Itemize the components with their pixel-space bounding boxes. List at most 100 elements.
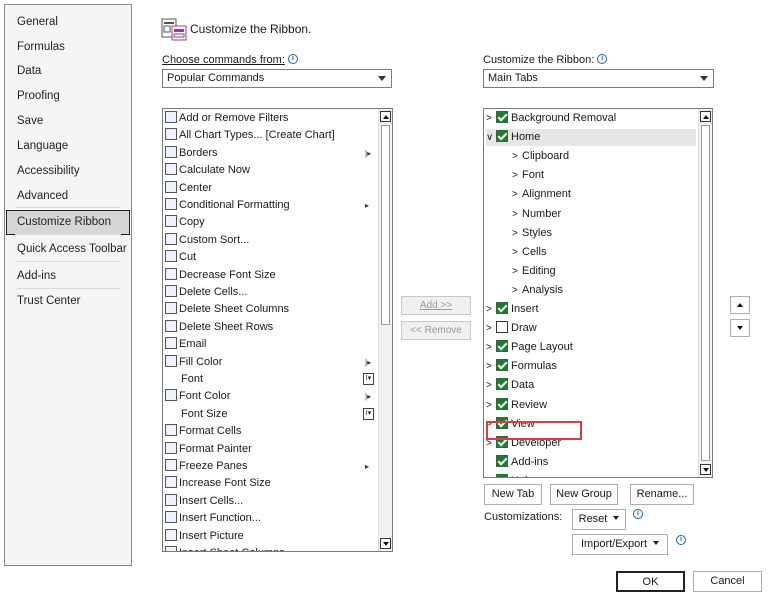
chevron-right-icon[interactable]: >	[486, 397, 496, 414]
chevron-right-icon[interactable]: >	[512, 206, 522, 223]
command-item[interactable]: Format Painter	[165, 441, 383, 458]
nav-item-quick-access-toolbar[interactable]: Quick Access Toolbar	[17, 243, 127, 255]
chevron-right-icon[interactable]: >	[486, 110, 496, 127]
command-item[interactable]: Delete Sheet Columns	[165, 301, 383, 318]
chevron-right-icon[interactable]: >	[512, 225, 522, 242]
command-item[interactable]: Center	[165, 180, 383, 197]
checkbox-icon[interactable]	[496, 454, 508, 467]
nav-item-accessibility[interactable]: Accessibility	[17, 165, 80, 177]
move-up-button[interactable]	[730, 296, 750, 314]
command-item[interactable]: Font Color |▸	[165, 388, 383, 405]
tabs-scrollbar[interactable]	[698, 109, 712, 477]
tab-item-background-removal[interactable]: > Background Removal	[486, 110, 696, 127]
tab-item-review[interactable]: > Review	[486, 397, 696, 414]
scroll-down-icon[interactable]	[700, 464, 711, 475]
nav-item-save[interactable]: Save	[17, 115, 43, 127]
tab-item-add-ins[interactable]: Add-ins	[486, 454, 696, 471]
ribbon-tabs-tree[interactable]: > Background Removal ∨ Home > Clipboard > Font >…	[483, 108, 713, 478]
nav-item-language[interactable]: Language	[17, 140, 68, 152]
import-export-button[interactable]: Import/Export	[572, 534, 668, 555]
tab-item-developer[interactable]: > Developer	[486, 435, 696, 452]
new-group-button[interactable]: New Group	[550, 484, 618, 505]
tab-item-number[interactable]: > Number	[512, 206, 692, 223]
checkbox-icon[interactable]	[496, 359, 508, 372]
tab-item-data[interactable]: > Data	[486, 377, 696, 394]
tab-item-formulas[interactable]: > Formulas	[486, 358, 696, 375]
checkbox-icon[interactable]	[496, 435, 508, 448]
checkbox-icon[interactable]	[496, 378, 508, 391]
command-item[interactable]: Freeze Panes ▸	[165, 458, 383, 475]
scroll-thumb[interactable]	[701, 125, 710, 461]
chevron-right-icon[interactable]: >	[486, 416, 496, 433]
command-item[interactable]: All Chart Types... [Create Chart]	[165, 127, 383, 144]
command-item[interactable]: Format Cells	[165, 423, 383, 440]
chevron-down-icon[interactable]: ∨	[486, 129, 496, 146]
checkbox-icon[interactable]	[496, 473, 508, 477]
tab-item-font[interactable]: > Font	[512, 167, 692, 184]
tab-item-cells[interactable]: > Cells	[512, 244, 692, 261]
customize-ribbon-dropdown[interactable]: Main Tabs	[483, 69, 714, 88]
tab-item-page-layout[interactable]: > Page Layout	[486, 339, 696, 356]
checkbox-icon[interactable]	[496, 321, 508, 334]
tab-item-editing[interactable]: > Editing	[512, 263, 692, 280]
chevron-right-icon[interactable]: >	[486, 473, 496, 477]
chevron-right-icon[interactable]: >	[486, 301, 496, 318]
chevron-right-icon[interactable]: >	[512, 167, 522, 184]
checkbox-icon[interactable]	[496, 416, 508, 429]
info-icon[interactable]: i	[287, 54, 298, 64]
command-item[interactable]: Insert Cells...	[165, 493, 383, 510]
command-item[interactable]: Decrease Font Size	[165, 267, 383, 284]
chevron-right-icon[interactable]: >	[512, 244, 522, 261]
tab-item-analysis[interactable]: > Analysis	[512, 282, 692, 299]
command-item[interactable]: Font Size I▾	[165, 406, 383, 423]
tab-item-styles[interactable]: > Styles	[512, 225, 692, 242]
checkbox-icon[interactable]	[496, 397, 508, 410]
new-tab-button[interactable]: New Tab	[484, 484, 542, 505]
command-item[interactable]: Custom Sort...	[165, 232, 383, 249]
chevron-right-icon[interactable]: >	[512, 186, 522, 203]
nav-item-advanced[interactable]: Advanced	[17, 190, 68, 202]
nav-item-proofing[interactable]: Proofing	[17, 90, 60, 102]
tab-item-help[interactable]: > Help	[486, 473, 696, 477]
command-item[interactable]: Insert Function...	[165, 510, 383, 527]
scroll-up-icon[interactable]	[700, 111, 711, 122]
chevron-right-icon[interactable]: >	[512, 282, 522, 299]
commands-list[interactable]: Add or Remove Filters All Chart Types... …	[162, 108, 393, 552]
tab-item-home[interactable]: ∨ Home	[486, 129, 696, 147]
command-item[interactable]: Copy	[165, 214, 383, 231]
command-item[interactable]: Delete Sheet Rows	[165, 319, 383, 336]
rename-button[interactable]: Rename...	[630, 484, 694, 505]
info-icon[interactable]: i	[676, 535, 686, 545]
move-down-button[interactable]	[730, 319, 750, 337]
remove-button[interactable]: << Remove	[401, 321, 471, 340]
nav-item-data[interactable]: Data	[17, 65, 41, 77]
cancel-button[interactable]: Cancel	[693, 571, 762, 592]
chevron-right-icon[interactable]: >	[486, 435, 496, 452]
command-item[interactable]: Add or Remove Filters	[165, 110, 383, 127]
command-item[interactable]: Email	[165, 336, 383, 353]
add-button[interactable]: Add >>	[401, 296, 471, 315]
choose-commands-dropdown[interactable]: Popular Commands	[162, 69, 392, 88]
command-item[interactable]: Delete Cells...	[165, 284, 383, 301]
info-icon[interactable]: i	[597, 54, 608, 64]
tab-item-insert[interactable]: > Insert	[486, 301, 696, 318]
tab-item-clipboard[interactable]: > Clipboard	[512, 148, 692, 165]
chevron-right-icon[interactable]: >	[512, 148, 522, 165]
chevron-right-icon[interactable]: >	[486, 320, 496, 337]
checkbox-icon[interactable]	[496, 340, 508, 353]
command-item[interactable]: Conditional Formatting ▸	[165, 197, 383, 214]
chevron-right-icon[interactable]: >	[486, 339, 496, 356]
ok-button[interactable]: OK	[616, 571, 685, 592]
tab-item-view[interactable]: > View	[486, 416, 696, 433]
command-item[interactable]: Calculate Now	[165, 162, 383, 179]
command-item[interactable]: Increase Font Size	[165, 475, 383, 492]
nav-item-trust-center[interactable]: Trust Center	[17, 295, 80, 307]
nav-item-add-ins[interactable]: Add-ins	[17, 270, 56, 282]
reset-button[interactable]: Reset	[572, 509, 626, 530]
command-item[interactable]: Insert Picture	[165, 528, 383, 545]
checkbox-icon[interactable]	[496, 130, 508, 143]
chevron-right-icon[interactable]: >	[512, 263, 522, 280]
command-item[interactable]: Insert Sheet Columns	[165, 545, 383, 551]
tab-item-alignment[interactable]: > Alignment	[512, 186, 692, 203]
command-item[interactable]: Borders |▸	[165, 145, 383, 162]
